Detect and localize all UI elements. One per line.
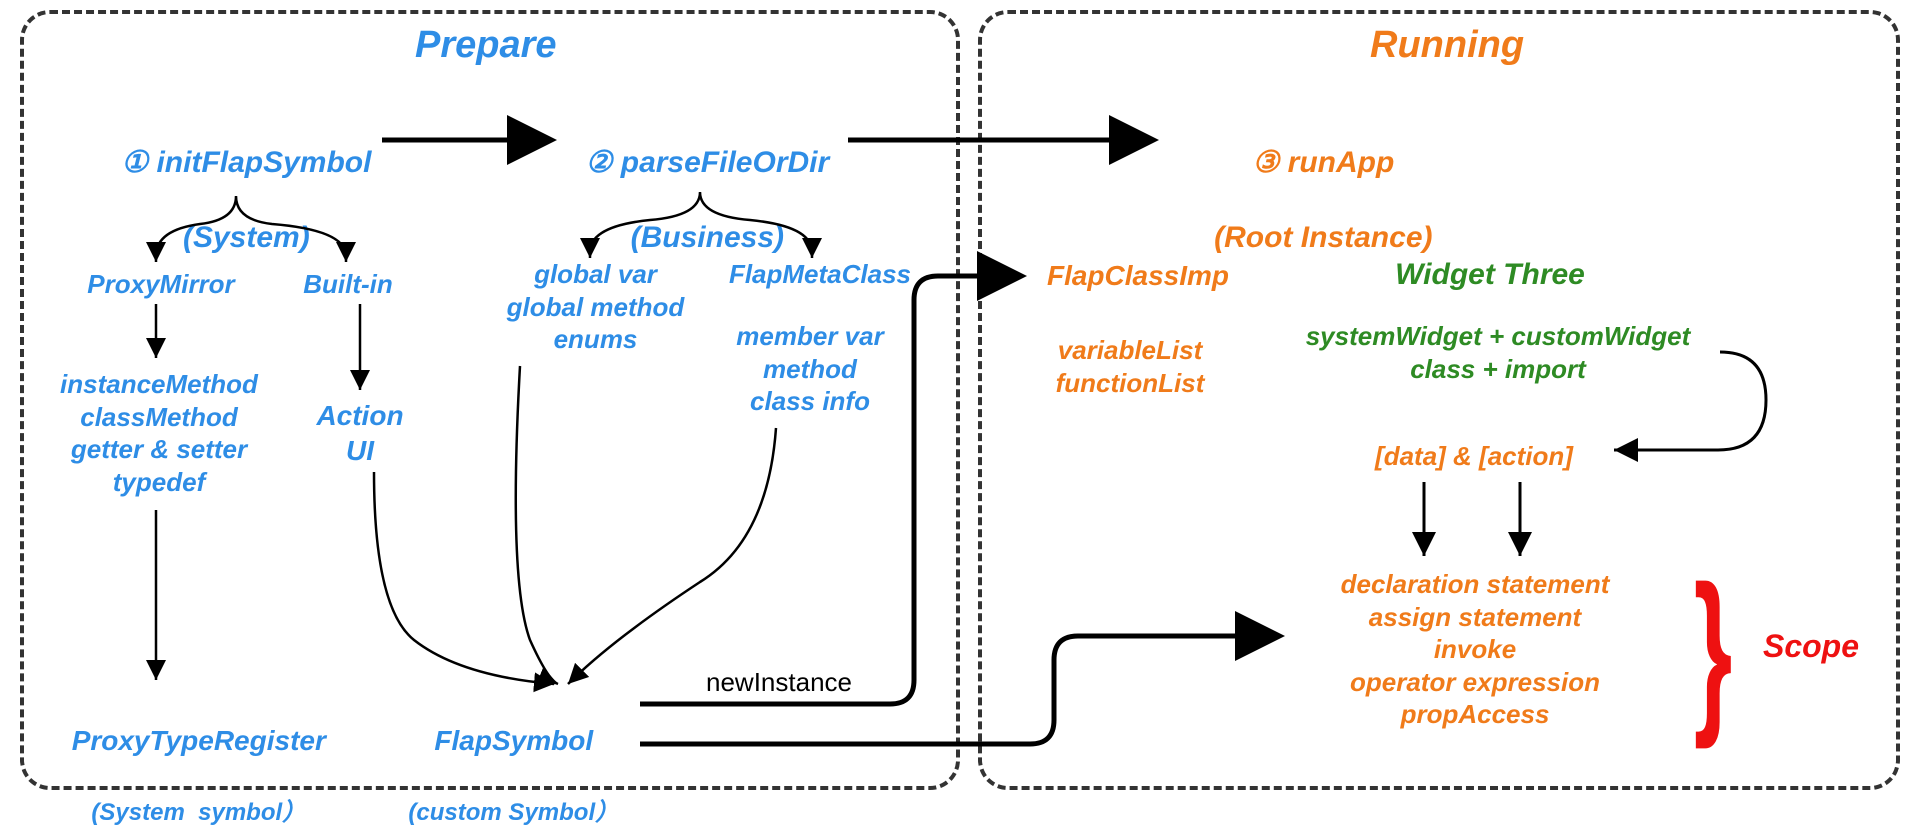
- action-ui: Action UI: [300, 398, 420, 468]
- member-var: member var method class info: [700, 320, 920, 418]
- var-func-list: variableList functionList: [1010, 334, 1250, 399]
- flap-symbol-name: FlapSymbol: [434, 725, 593, 756]
- instance-block: instanceMethod classMethod getter & sett…: [24, 368, 294, 498]
- running-title: Running: [1370, 24, 1524, 67]
- step1-num: ①: [121, 146, 148, 179]
- proxy-type-register: ProxyTypeRegister (System symbol）: [36, 688, 346, 828]
- step3-name: runApp: [1288, 146, 1395, 179]
- scope-brace: }: [1694, 560, 1733, 740]
- step3-sub: (Root Instance): [1214, 221, 1432, 254]
- statements: declaration statement assign statement i…: [1290, 568, 1660, 731]
- step3-num: ③: [1252, 146, 1279, 179]
- proxy-type-register-sub: (System symbol）: [91, 799, 306, 826]
- step2-sub: (Business): [631, 221, 784, 254]
- flap-symbol-sub: (custom Symbol）: [408, 799, 619, 826]
- flap-meta-class: FlapMetaClass: [710, 258, 930, 291]
- step1-name: initFlapSymbol: [156, 146, 371, 179]
- proxy-mirror: ProxyMirror: [66, 268, 256, 301]
- step2-num: ②: [586, 146, 613, 179]
- global-var: global var global method enums: [478, 258, 713, 356]
- new-instance: newInstance: [684, 666, 874, 699]
- flap-symbol: FlapSymbol (custom Symbol）: [376, 688, 636, 828]
- prepare-title: Prepare: [415, 24, 557, 67]
- step1-initFlapSymbol: ① initFlapSymbol (System): [98, 106, 378, 256]
- step3-runApp: ③ runApp (Root Instance): [1160, 106, 1470, 256]
- widget-details: systemWidget + customWidget class + impo…: [1278, 320, 1718, 385]
- built-in: Built-in: [278, 268, 418, 301]
- widget-three: Widget Three: [1360, 256, 1620, 294]
- scope: Scope: [1746, 626, 1876, 666]
- step2-name: parseFileOrDir: [621, 146, 829, 179]
- flap-class-imp: FlapClassImp: [1028, 258, 1248, 293]
- step1-sub: (System): [183, 221, 310, 254]
- step2-parseFileOrDir: ② parseFileOrDir (Business): [554, 106, 844, 256]
- proxy-type-register-name: ProxyTypeRegister: [72, 725, 326, 756]
- data-action: [data] & [action]: [1344, 440, 1604, 473]
